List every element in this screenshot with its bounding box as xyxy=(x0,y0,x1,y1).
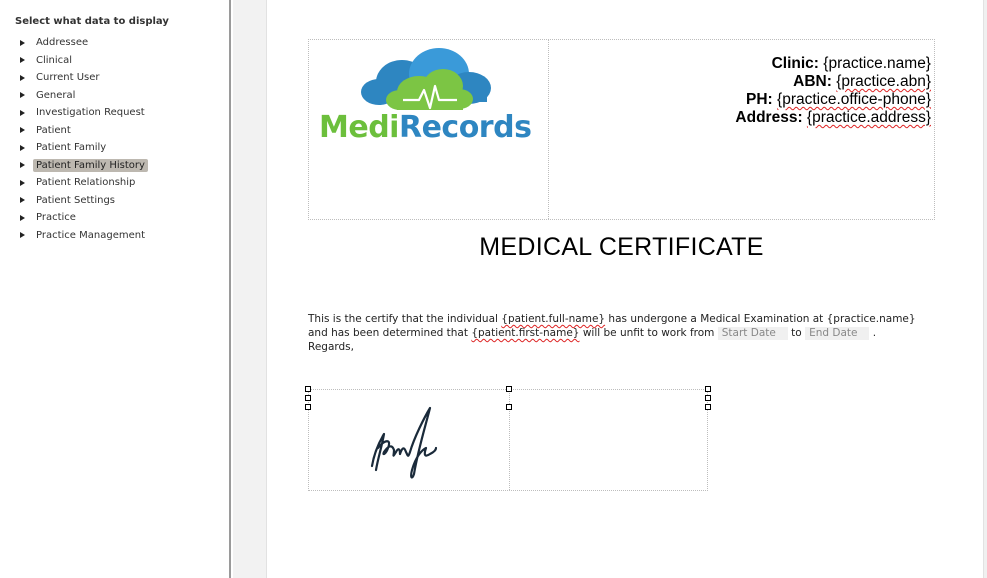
address-value: {practice.address} xyxy=(806,109,931,126)
document-title: MEDICAL CERTIFICATE xyxy=(479,233,764,261)
certificate-body[interactable]: This is the certify that the individual … xyxy=(308,312,948,354)
regards-line: Regards, xyxy=(308,341,354,353)
phone-line: PH: {practice.office-phone} xyxy=(746,91,931,109)
body-text-segment: has undergone a Medical Examination at {… xyxy=(605,313,916,325)
abn-label: ABN: xyxy=(793,73,832,90)
clinic-label: Clinic: xyxy=(771,55,819,72)
tree-item-label[interactable]: Patient Settings xyxy=(33,194,118,207)
expand-arrow-icon[interactable] xyxy=(20,57,25,64)
resize-handle[interactable] xyxy=(305,386,311,392)
data-category-tree: Addressee Clinical Current User General … xyxy=(18,34,148,244)
header-table[interactable]: MediRecords Clinic: {practice.name} ABN:… xyxy=(308,39,935,220)
address-label: Address: xyxy=(735,109,803,126)
panel-title: Select what data to display xyxy=(15,16,169,27)
expand-arrow-icon[interactable] xyxy=(20,144,25,151)
start-date-field[interactable]: Start Date xyxy=(717,327,788,340)
address-line: Address: {practice.address} xyxy=(735,109,931,127)
tree-item-label[interactable]: Patient Relationship xyxy=(33,176,138,189)
cloud-logo-icon xyxy=(361,48,491,110)
end-date-field[interactable]: End Date xyxy=(805,327,870,340)
body-text-segment: and has been determined that xyxy=(308,327,472,339)
clinic-value: {practice.name} xyxy=(823,55,931,72)
resize-handle[interactable] xyxy=(305,404,311,410)
logo-wordmark: MediRecords xyxy=(319,110,532,145)
expand-arrow-icon[interactable] xyxy=(20,127,25,134)
signature-cell[interactable] xyxy=(309,390,510,490)
expand-arrow-icon[interactable] xyxy=(20,109,25,116)
tree-item[interactable]: Addressee xyxy=(18,34,148,52)
expand-arrow-icon[interactable] xyxy=(20,214,25,221)
tree-item-label[interactable]: Patient xyxy=(33,124,74,137)
tree-item[interactable]: Investigation Request xyxy=(18,104,148,122)
expand-arrow-icon[interactable] xyxy=(20,179,25,186)
tree-item[interactable]: Practice xyxy=(18,209,148,227)
tree-item[interactable]: Clinical xyxy=(18,52,148,70)
expand-arrow-icon[interactable] xyxy=(20,92,25,99)
resize-handle[interactable] xyxy=(506,386,512,392)
logo-cell[interactable]: MediRecords xyxy=(309,40,549,219)
tree-item-label[interactable]: Addressee xyxy=(33,36,91,49)
tree-item[interactable]: Practice Management xyxy=(18,227,148,245)
patient-full-name-field: {patient.full-name} xyxy=(501,313,606,325)
tree-item[interactable]: Patient xyxy=(18,122,148,140)
tree-item-label[interactable]: Current User xyxy=(33,71,103,84)
body-line-2: and has been determined that {patient.fi… xyxy=(308,326,948,340)
tree-item-label[interactable]: Practice xyxy=(33,211,79,224)
practice-info-cell[interactable]: Clinic: {practice.name} ABN: {practice.a… xyxy=(549,40,935,219)
tree-item-label[interactable]: Investigation Request xyxy=(33,106,148,119)
abn-line: ABN: {practice.abn} xyxy=(793,73,931,91)
tree-item-label[interactable]: General xyxy=(33,89,78,102)
tree-item-label[interactable]: Patient Family History xyxy=(33,158,148,172)
document-page[interactable]: MediRecords Clinic: {practice.name} ABN:… xyxy=(268,0,983,578)
tree-item-selected[interactable]: Patient Family History xyxy=(18,157,148,175)
tree-item[interactable]: Current User xyxy=(18,69,148,87)
body-text-segment: This is the certify that the individual xyxy=(308,313,502,325)
patient-first-name-field: {patient.first-name} xyxy=(471,327,580,339)
tree-item-label[interactable]: Patient Family xyxy=(33,141,109,154)
tree-item[interactable]: General xyxy=(18,87,148,105)
logo-text-medi: Medi xyxy=(319,110,399,145)
expand-arrow-icon[interactable] xyxy=(20,162,25,169)
tree-item[interactable]: Patient Relationship xyxy=(18,174,148,192)
editor-scroll-edge xyxy=(983,0,987,578)
expand-arrow-icon[interactable] xyxy=(20,74,25,81)
body-text-segment: will be unfit to work from xyxy=(579,327,718,339)
expand-arrow-icon[interactable] xyxy=(20,197,25,204)
clinic-line: Clinic: {practice.name} xyxy=(772,55,931,73)
resize-handle[interactable] xyxy=(705,386,711,392)
editor-gutter xyxy=(233,0,267,578)
data-selector-panel: Select what data to display Addressee Cl… xyxy=(0,0,231,578)
resize-handle[interactable] xyxy=(506,404,512,410)
signature-image xyxy=(370,406,438,479)
phone-label: PH: xyxy=(746,91,773,108)
body-line-1: This is the certify that the individual … xyxy=(308,312,948,326)
tree-item-label[interactable]: Clinical xyxy=(33,54,75,67)
expand-arrow-icon[interactable] xyxy=(20,39,25,46)
resize-handle[interactable] xyxy=(705,395,711,401)
body-text-segment: to xyxy=(787,327,806,339)
logo-text-records: Records xyxy=(398,110,532,145)
resize-handle[interactable] xyxy=(305,395,311,401)
resize-handle[interactable] xyxy=(705,404,711,410)
phone-value: {practice.office-phone} xyxy=(777,91,931,108)
expand-arrow-icon[interactable] xyxy=(20,232,25,239)
tree-item[interactable]: Patient Settings xyxy=(18,192,148,210)
tree-item-label[interactable]: Practice Management xyxy=(33,229,148,242)
tree-item[interactable]: Patient Family xyxy=(18,139,148,157)
abn-value: {practice.abn} xyxy=(836,73,931,90)
body-text-segment: . xyxy=(869,327,877,339)
